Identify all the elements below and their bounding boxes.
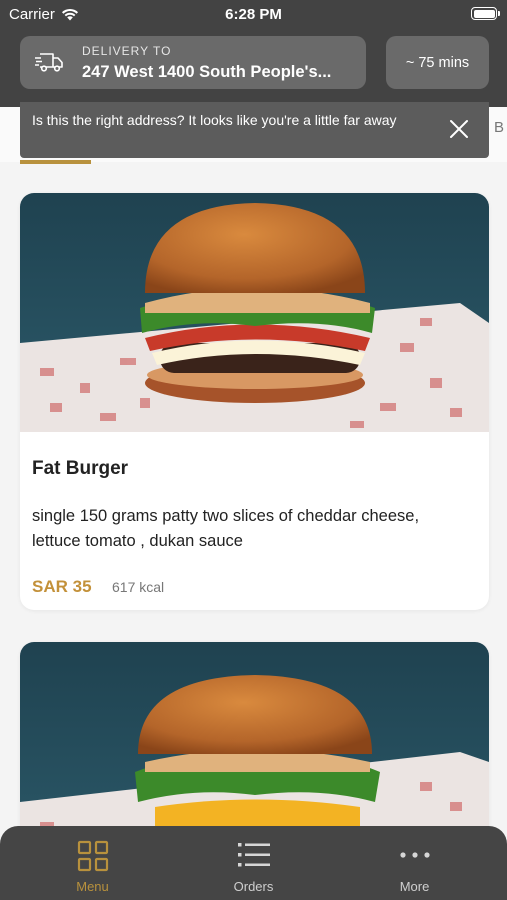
active-tab-indicator: [20, 160, 91, 164]
delivery-address-button[interactable]: DELIVERY TO 247 West 1400 South People's…: [20, 36, 366, 89]
menu-item-description: single 150 grams patty two slices of che…: [32, 507, 420, 550]
more-dots-icon: [399, 852, 430, 858]
delivery-label: DELIVERY TO: [82, 44, 172, 58]
bottom-nav: Menu Orders More: [0, 826, 507, 900]
app-header: Carrier 6:28 PM DELIVERY TO 247 West 140…: [0, 0, 507, 107]
status-bar: Carrier 6:28 PM: [0, 0, 507, 28]
list-icon: [237, 843, 270, 867]
status-time: 6:28 PM: [225, 6, 282, 23]
nav-label-orders: Orders: [233, 879, 274, 894]
address-warning-banner: Is this the right address? It looks like…: [20, 102, 489, 158]
address-warning-text: Is this the right address? It looks like…: [32, 112, 397, 128]
nav-label-more: More: [399, 879, 430, 894]
nav-label-menu: Menu: [76, 879, 109, 894]
menu-item-card[interactable]: [20, 642, 489, 842]
category-tab-peek[interactable]: B: [494, 119, 504, 136]
burger-image: [20, 193, 489, 432]
nav-item-menu[interactable]: Menu: [8, 826, 177, 900]
battery-icon: [471, 7, 500, 20]
burger-image: [20, 642, 489, 842]
close-icon[interactable]: [445, 115, 473, 143]
delivery-truck-icon: [35, 53, 63, 72]
menu-item-card[interactable]: Fat Burger single 150 grams patty two sl…: [20, 193, 489, 610]
menu-item-title: Fat Burger: [32, 458, 129, 479]
nav-item-more[interactable]: More: [330, 826, 499, 900]
delivery-eta-button[interactable]: ~ 75 mins: [386, 36, 489, 89]
nav-item-orders[interactable]: Orders: [169, 826, 338, 900]
menu-item-kcal: 617 kcal: [112, 579, 165, 595]
delivery-address: 247 West 1400 South People's...: [82, 63, 332, 81]
menu-item-price: SAR 35: [32, 577, 92, 596]
grid-icon: [77, 840, 108, 872]
